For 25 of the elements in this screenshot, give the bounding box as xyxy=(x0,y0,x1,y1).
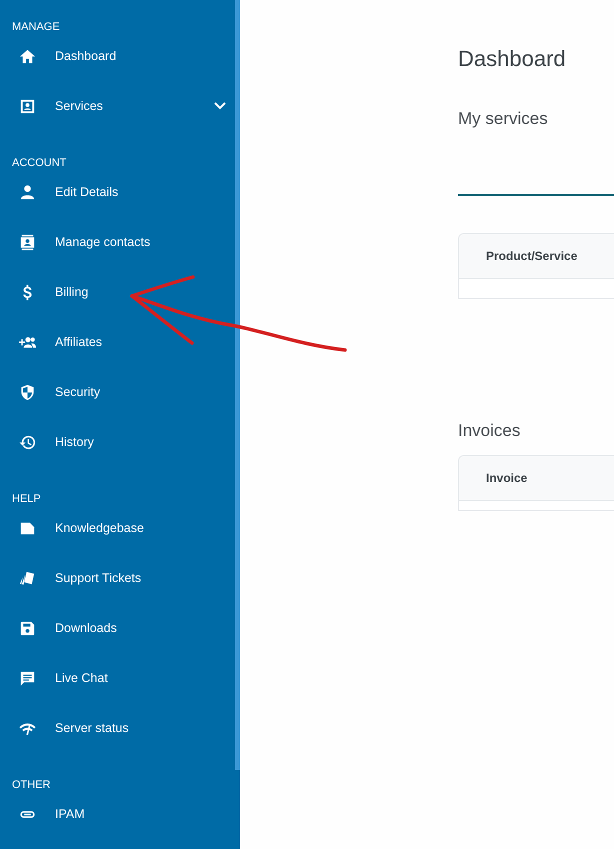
nav-item[interactable]: Edit Details xyxy=(0,172,235,212)
nav-item[interactable]: Live Chat xyxy=(0,658,235,698)
section-title: Invoices xyxy=(458,420,522,442)
nav-item[interactable]: IPAM xyxy=(0,794,235,834)
person-icon xyxy=(18,182,37,202)
nav-item[interactable]: Manage contacts xyxy=(0,222,235,262)
column-header: Product/Service xyxy=(486,248,578,265)
address-book-icon xyxy=(18,232,37,252)
page-title: Dashboard xyxy=(458,45,567,73)
nav-item[interactable]: Knowledgebase xyxy=(0,508,235,548)
nav-item[interactable]: Support Tickets xyxy=(0,558,235,598)
nav-item[interactable]: Server status xyxy=(0,708,235,748)
section-title: My services xyxy=(458,108,549,130)
nav-item[interactable]: Services xyxy=(0,86,235,126)
section-heading: ACCOUNT xyxy=(11,156,68,171)
nav-item[interactable]: Dashboard xyxy=(0,36,235,76)
nav-item[interactable]: Security xyxy=(0,372,235,412)
nav-item[interactable]: Downloads xyxy=(0,608,235,648)
column-header: Invoice xyxy=(486,470,528,487)
section-heading: OTHER xyxy=(11,778,52,793)
nav-item[interactable]: History xyxy=(0,422,235,462)
nav-item[interactable]: Affiliates xyxy=(0,322,235,362)
section-heading: MANAGE xyxy=(11,20,61,35)
section-heading: HELP xyxy=(11,492,42,507)
nav-item[interactable]: Billing xyxy=(0,272,235,312)
